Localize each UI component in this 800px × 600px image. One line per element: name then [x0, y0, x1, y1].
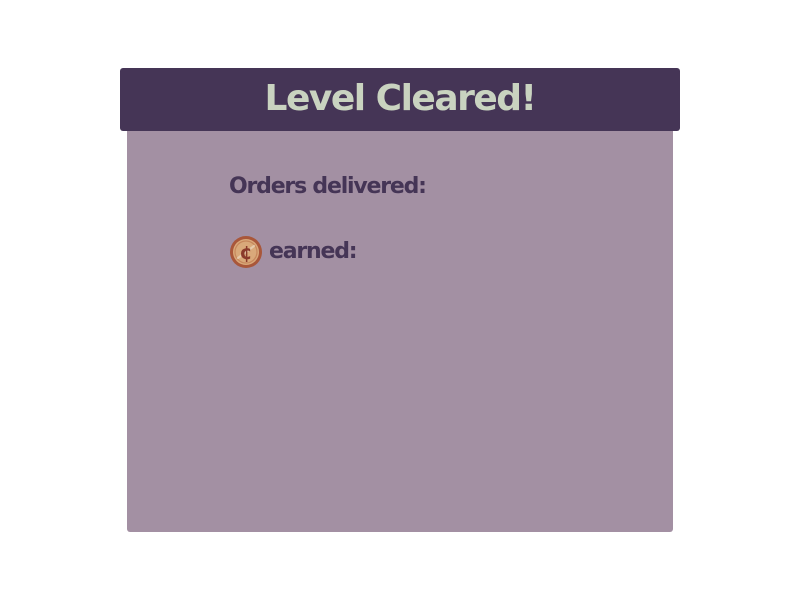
coins-earned-row: ¢ earned: — [229, 235, 358, 269]
earned-label: earned: — [269, 239, 358, 264]
game-screen: Level Cleared! Orders delivered: ¢ earne… — [0, 0, 800, 600]
level-cleared-title: Level Cleared! — [264, 77, 537, 119]
coin-icon: ¢ — [230, 236, 262, 268]
coin-symbol: ¢ — [239, 242, 252, 264]
results-header: Level Cleared! — [120, 68, 680, 131]
orders-delivered-label: Orders delivered: — [229, 174, 427, 199]
